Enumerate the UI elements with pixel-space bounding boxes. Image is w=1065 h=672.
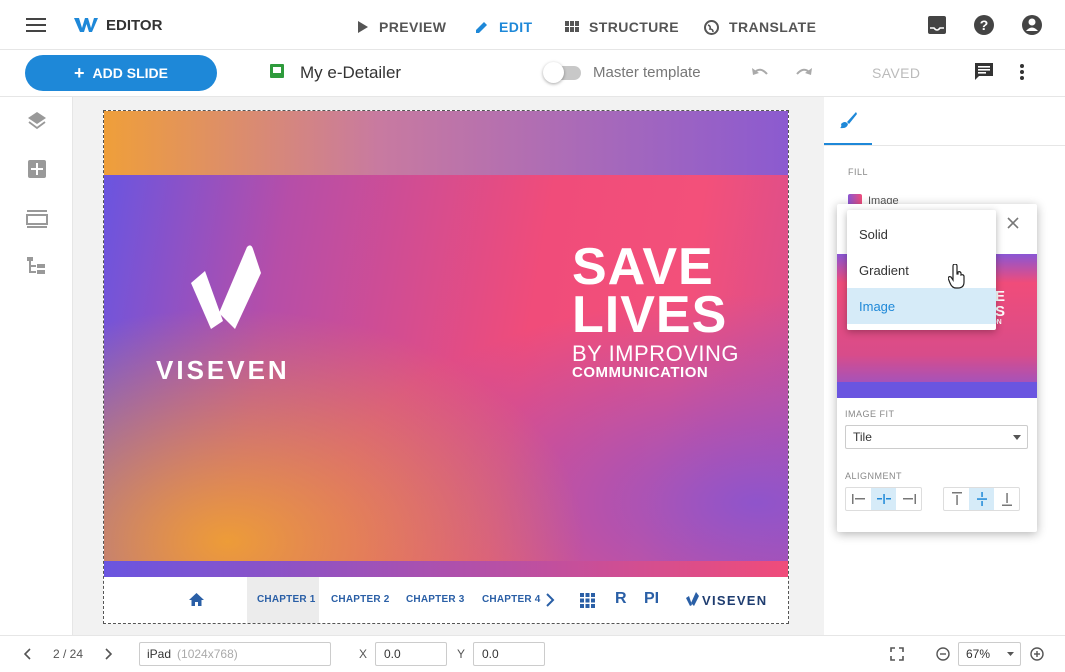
footer-brand: VISEVEN (702, 593, 768, 608)
add-slide-button[interactable]: + ADD SLIDE (25, 55, 217, 91)
headline-line-2: LIVES (572, 286, 728, 344)
account-icon[interactable] (1021, 14, 1043, 36)
align-top-icon[interactable] (944, 488, 969, 510)
x-input[interactable]: 0.0 (375, 642, 447, 666)
tab-translate[interactable]: TRANSLATE (704, 14, 816, 40)
slide-top-band (104, 111, 788, 175)
chevron-right-icon[interactable] (545, 593, 555, 607)
saved-status: SAVED (872, 65, 921, 81)
plus-icon: + (74, 63, 85, 83)
tab-structure-label: STRUCTURE (589, 19, 679, 35)
align-center-h-icon[interactable] (871, 488, 896, 510)
app-title: EDITOR (106, 17, 163, 34)
image-preview-stripe (837, 382, 1037, 398)
viseven-logo-icon (189, 243, 265, 333)
headline-line-3: BY IMPROVING (572, 341, 739, 366)
align-right-icon[interactable] (896, 488, 921, 510)
slide-brand-text: VISEVEN (156, 355, 290, 385)
y-input[interactable]: 0.0 (473, 642, 545, 666)
inbox-icon[interactable] (927, 14, 947, 36)
fit-to-screen-icon[interactable] (890, 647, 904, 661)
alignment-label: ALIGNMENT (845, 471, 903, 481)
slide-stripe (104, 561, 788, 577)
vertical-align-group (943, 487, 1020, 511)
style-tab[interactable] (824, 97, 872, 145)
references-link[interactable]: R (615, 590, 627, 608)
headline-line-4: COMMUNICATION (572, 364, 709, 381)
zoom-in-icon[interactable] (1030, 647, 1044, 661)
svg-text:?: ? (980, 17, 989, 33)
pencil-icon (475, 20, 489, 34)
caret-down-icon (1013, 434, 1021, 440)
apps-grid-icon[interactable] (580, 593, 595, 608)
tab-structure[interactable]: STRUCTURE (565, 14, 679, 40)
device-resolution: (1024x768) (177, 647, 238, 661)
y-label: Y (457, 647, 466, 661)
slides-icon[interactable] (26, 207, 48, 229)
undo-icon[interactable] (750, 64, 770, 80)
panel-tab-divider (824, 145, 1065, 146)
zoom-value: 67% (966, 647, 991, 661)
toggle-knob[interactable] (543, 62, 564, 83)
device-name: iPad (147, 647, 172, 661)
footer-logo-icon (686, 591, 700, 607)
grid-icon (565, 21, 579, 33)
chapter-1-link[interactable]: CHAPTER 1 (257, 594, 315, 605)
align-bottom-icon[interactable] (994, 488, 1019, 510)
master-template-label: Master template (593, 64, 701, 81)
align-center-v-icon[interactable] (969, 488, 994, 510)
pi-link[interactable]: PI (644, 590, 659, 608)
caret-down-icon (1007, 652, 1014, 656)
fill-option-gradient[interactable]: Gradient (847, 252, 996, 288)
fill-option-image[interactable]: Image (847, 288, 996, 324)
horizontal-align-group (845, 487, 922, 511)
device-select[interactable]: iPad (1024x768) (139, 642, 331, 666)
chapter-2-link[interactable]: CHAPTER 2 (331, 594, 389, 605)
comments-icon[interactable] (974, 62, 994, 82)
chevron-right-icon[interactable] (104, 648, 112, 660)
tab-edit-label: EDIT (499, 19, 533, 35)
close-icon[interactable] (1006, 216, 1020, 230)
fill-label: FILL (848, 167, 869, 177)
tab-preview[interactable]: PREVIEW (357, 14, 446, 40)
globe-icon (704, 19, 719, 35)
presentation-icon (270, 64, 284, 78)
hamburger-menu-icon[interactable] (26, 16, 48, 34)
tab-edit[interactable]: EDIT (475, 14, 533, 40)
layers-icon[interactable] (26, 110, 48, 132)
paintbrush-icon (838, 110, 858, 130)
more-options-icon[interactable] (1019, 62, 1025, 82)
zoom-out-icon[interactable] (936, 647, 950, 661)
fill-option-solid[interactable]: Solid (847, 216, 996, 252)
slide-headline: SAVE LIVES BY IMPROVING COMMUNICATION (572, 241, 739, 380)
redo-icon[interactable] (794, 64, 814, 80)
add-slide-label: ADD SLIDE (92, 65, 168, 81)
image-fit-label: IMAGE FIT (845, 409, 895, 419)
structure-tree-icon[interactable] (26, 255, 48, 277)
x-label: X (359, 647, 368, 661)
help-icon[interactable]: ? (973, 14, 995, 36)
play-icon (357, 20, 369, 34)
tab-preview-label: PREVIEW (379, 19, 447, 35)
home-icon[interactable] (188, 592, 205, 607)
chevron-left-icon[interactable] (24, 648, 32, 660)
w-logo-icon (74, 16, 98, 34)
slide-canvas[interactable]: VISEVEN SAVE LIVES BY IMPROVING COMMUNIC… (103, 110, 789, 624)
tab-translate-label: TRANSLATE (729, 19, 817, 35)
zoom-select[interactable]: 67% (958, 642, 1021, 666)
add-element-icon[interactable] (26, 158, 48, 180)
slide-counter: 2 / 24 (53, 647, 84, 661)
document-title[interactable]: My e-Detailer (300, 63, 401, 83)
align-left-icon[interactable] (846, 488, 871, 510)
chapter-4-link[interactable]: CHAPTER 4 (482, 594, 540, 605)
chapter-3-link[interactable]: CHAPTER 3 (406, 594, 464, 605)
hand-cursor-icon (948, 264, 966, 290)
image-fit-select[interactable]: Tile (845, 425, 1028, 449)
image-fit-value: Tile (853, 430, 872, 444)
